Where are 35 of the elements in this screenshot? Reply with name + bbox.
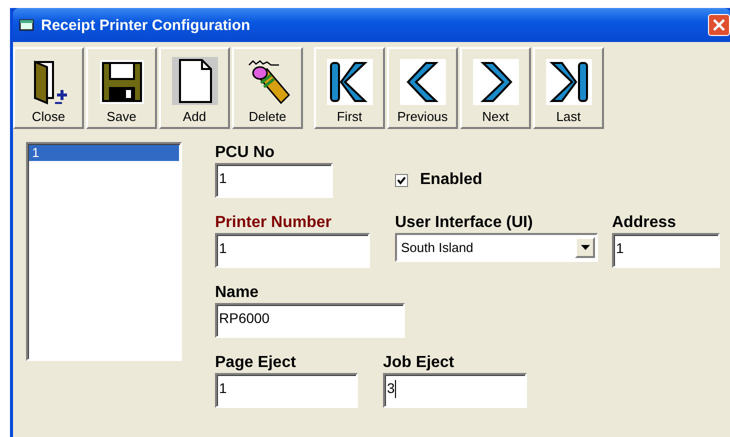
field-label: Printer Number [215, 213, 332, 233]
text-field[interactable]: 1 [215, 373, 358, 408]
toolbar-button[interactable]: Next [460, 47, 531, 129]
field-label: PCU No [215, 143, 276, 163]
checkbox-label: Enabled [420, 171, 482, 189]
text-field[interactable]: 1 [215, 163, 333, 198]
close-button[interactable] [708, 14, 730, 36]
text-field[interactable]: 1 [612, 233, 720, 268]
window-app-icon [19, 18, 35, 32]
checkbox[interactable] [395, 174, 408, 186]
blank-page-icon [172, 57, 218, 105]
field-label: Job Eject [383, 353, 456, 373]
toolbar-button[interactable]: Delete [232, 47, 303, 129]
dropdown-field[interactable]: South Island [395, 233, 598, 262]
field-label: Name [215, 283, 260, 303]
close-icon [712, 18, 726, 32]
dropdown-arrow-icon [580, 245, 590, 250]
text-field[interactable]: 1 [215, 233, 370, 268]
toolbar-button[interactable]: Save [86, 47, 157, 129]
field-label: Page Eject [215, 353, 297, 373]
first-record-icon [326, 59, 372, 105]
toolbar-button[interactable]: Add [159, 47, 230, 129]
text-field[interactable]: RP6000 [215, 303, 405, 338]
record-list[interactable]: 1 [26, 142, 182, 361]
floppy-disk-icon [98, 59, 144, 105]
field-label: User Interface (UI) [395, 213, 534, 233]
text-field[interactable]: 3 [383, 373, 527, 408]
toolbar-button[interactable]: Close [13, 47, 84, 129]
last-record-icon [546, 59, 592, 105]
field-label: Address [612, 213, 678, 233]
record-list-item[interactable]: 1 [29, 145, 179, 161]
window-title: Receipt Printer Configuration [41, 16, 252, 34]
toolbar-button[interactable]: First [314, 47, 385, 129]
toolbar-button[interactable]: Last [533, 47, 604, 129]
toolbar-button[interactable]: Previous [387, 47, 458, 129]
